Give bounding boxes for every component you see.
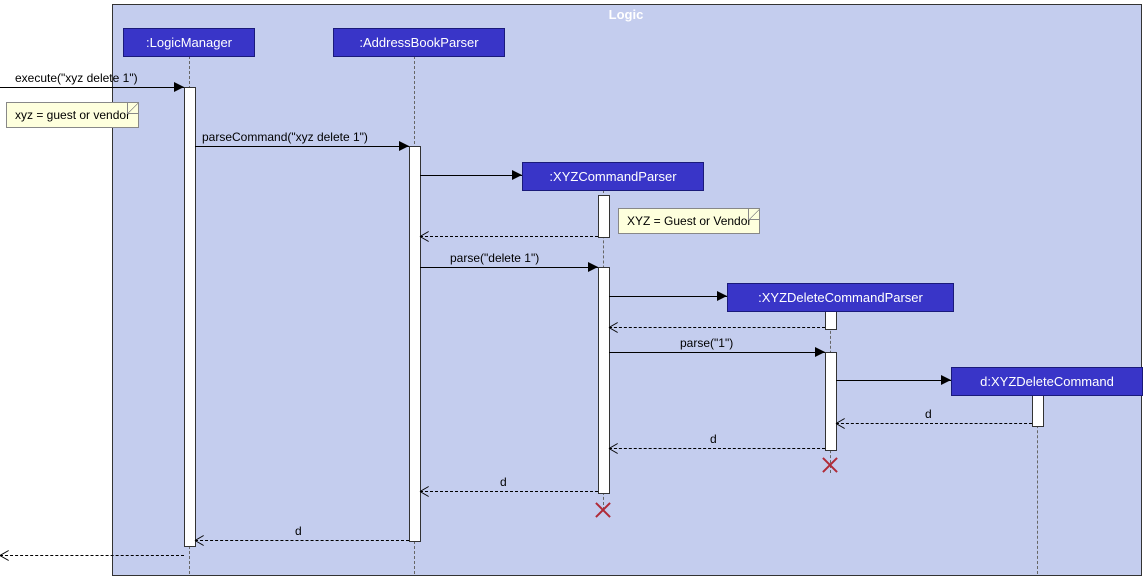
return-label-d4: d (295, 524, 302, 538)
arrow-icon (815, 347, 825, 357)
note-text: XYZ = Guest or Vendor (627, 214, 751, 228)
arrow-icon (0, 555, 10, 565)
msg-label-execute: execute("xyz delete 1") (15, 71, 138, 85)
activation-xyzcommandparser-2 (598, 267, 610, 494)
participant-xyzdeletecommandparser: :XYZDeleteCommandParser (727, 283, 954, 312)
note-xyz-lowercase: xyz = guest or vendor (6, 102, 139, 128)
activation-xyzdeletecommand (1032, 395, 1044, 427)
return-d-1 (836, 423, 1032, 424)
participant-xyzdeletecommand: d:XYZDeleteCommand (951, 367, 1143, 396)
activation-logicmanager (184, 87, 196, 547)
arrow-icon (174, 82, 184, 92)
msg-label-parse-1: parse("1") (680, 336, 733, 350)
return-label-d3: d (500, 475, 507, 489)
return-d-3 (420, 491, 598, 492)
arrow-icon (399, 141, 409, 151)
arrow-icon (609, 327, 619, 337)
arrow-icon (588, 262, 598, 272)
return-d-4 (195, 540, 409, 541)
msg-create-xyzdcp (609, 296, 727, 297)
arrow-icon (195, 540, 205, 550)
return-label-d2: d (710, 432, 717, 446)
arrow-icon (420, 491, 430, 501)
return-label-d1: d (925, 407, 932, 421)
return-create-xyzcp (420, 236, 598, 237)
sequence-diagram: Logic :LogicManager :AddressBookParser :… (0, 0, 1145, 579)
arrow-icon (941, 375, 951, 385)
activation-xyzcommandparser-1 (598, 195, 610, 238)
msg-parse-delete1 (420, 267, 598, 268)
arrow-icon (717, 291, 727, 301)
msg-parsecommand (195, 146, 409, 147)
return-external (0, 555, 184, 556)
destroy-icon (820, 455, 840, 475)
return-d-2 (609, 448, 825, 449)
arrow-icon (836, 423, 846, 433)
logic-frame (112, 4, 1142, 576)
participant-xyzcommandparser: :XYZCommandParser (522, 162, 704, 191)
participant-logicmanager: :LogicManager (123, 28, 255, 57)
participant-addressbookparser: :AddressBookParser (333, 28, 505, 57)
return-create-xyzdcp (609, 327, 825, 328)
msg-create-xyzdc (836, 380, 951, 381)
msg-execute (0, 87, 184, 88)
msg-create-xyzcp (420, 175, 522, 176)
destroy-icon (593, 500, 613, 520)
arrow-icon (512, 170, 522, 180)
msg-parse-1 (609, 352, 825, 353)
frame-title: Logic (112, 4, 1140, 22)
activation-xyzdeletecommandparser-1 (825, 311, 837, 330)
msg-label-parsecommand: parseCommand("xyz delete 1") (202, 130, 368, 144)
arrow-icon (609, 448, 619, 458)
activation-xyzdeletecommandparser-2 (825, 352, 837, 451)
activation-addressbookparser (409, 146, 421, 542)
arrow-icon (420, 236, 430, 246)
note-text: xyz = guest or vendor (15, 108, 130, 122)
note-xyz-uppercase: XYZ = Guest or Vendor (618, 208, 760, 234)
msg-label-parse-delete1: parse("delete 1") (450, 251, 539, 265)
